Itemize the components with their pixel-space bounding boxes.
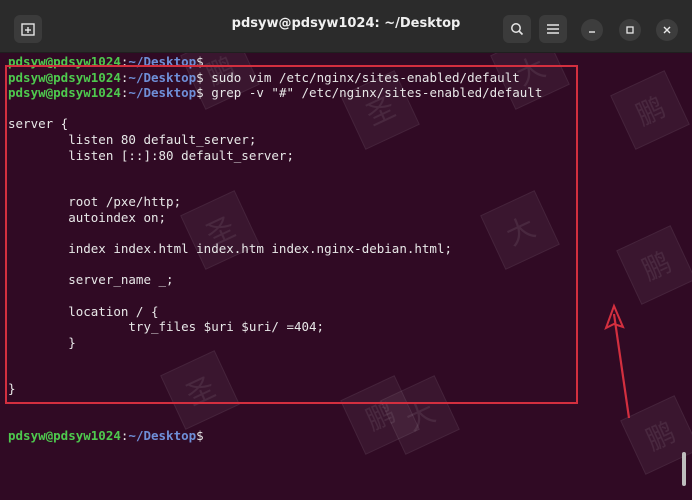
- close-icon: [663, 26, 671, 34]
- terminal-window: 鹏 圣 大 鹏 圣 大 鹏 圣 鹏 大 鹏 pdsyw@pdsyw1024: ~…: [0, 0, 692, 500]
- output-line: try_files $uri $uri/ =404;: [8, 319, 325, 335]
- prompt-line: pdsyw@pdsyw1024:~/Desktop$: [8, 428, 204, 444]
- output-line: root /pxe/http;: [8, 194, 182, 210]
- output-line: }: [8, 334, 76, 350]
- output-line: server_name _;: [8, 272, 174, 288]
- scrollbar-thumb[interactable]: [682, 452, 686, 486]
- command-line: pdsyw@pdsyw1024:~/Desktop$ grep -v "#" /…: [8, 85, 543, 101]
- maximize-icon: [626, 26, 634, 34]
- minimize-button[interactable]: [581, 19, 603, 41]
- output-line: listen 80 default_server;: [8, 131, 257, 147]
- output-line: server {: [8, 116, 69, 132]
- new-tab-button[interactable]: [14, 15, 42, 43]
- minimize-icon: [589, 31, 595, 33]
- output-line: }: [8, 381, 16, 397]
- close-button[interactable]: [656, 19, 678, 41]
- terminal-output[interactable]: pdsyw@pdsyw1024:~/Desktop$ pdsyw@pdsyw10…: [8, 54, 684, 494]
- output-line: location / {: [8, 303, 159, 319]
- output-line: autoindex on;: [8, 209, 167, 225]
- prompt-line: pdsyw@pdsyw1024:~/Desktop$: [8, 54, 204, 69]
- new-tab-icon: [21, 23, 35, 36]
- output-line: listen [::]:80 default_server;: [8, 147, 294, 163]
- hamburger-menu-icon: [547, 24, 559, 34]
- output-line: index index.html index.htm index.nginx-d…: [8, 241, 453, 257]
- maximize-button[interactable]: [619, 19, 641, 41]
- menu-button[interactable]: [539, 15, 567, 43]
- command-line: pdsyw@pdsyw1024:~/Desktop$ sudo vim /etc…: [8, 69, 520, 85]
- search-button[interactable]: [503, 15, 531, 43]
- search-icon: [511, 23, 524, 36]
- red-arrow: [604, 303, 631, 419]
- title-bar: pdsyw@pdsyw1024: ~/Desktop: [0, 0, 692, 53]
